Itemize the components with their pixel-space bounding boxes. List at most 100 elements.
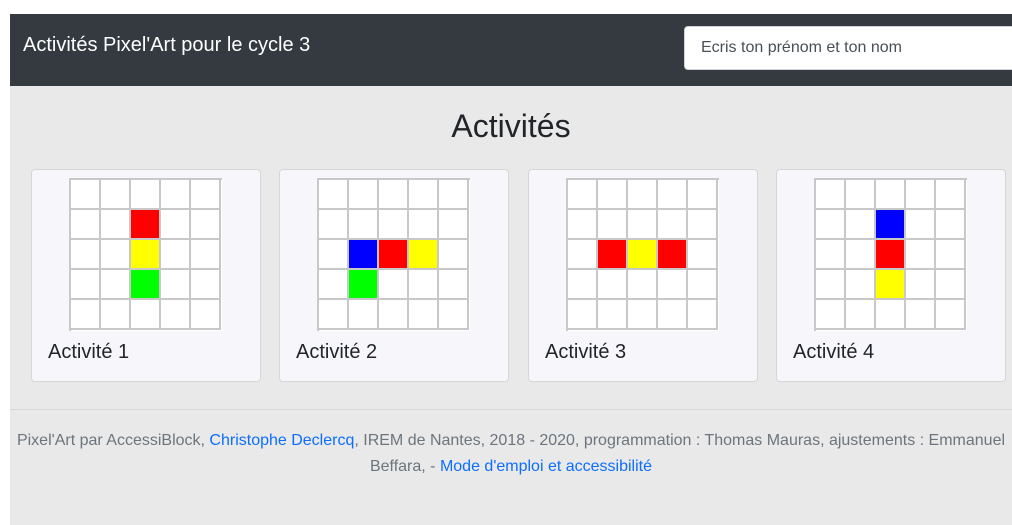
pixel-empty (379, 270, 409, 300)
help-link[interactable]: Mode d'emploi et accessibilité (440, 458, 652, 475)
pixel-empty (598, 180, 628, 210)
pixel-empty (816, 240, 846, 270)
pixel-empty (936, 240, 966, 270)
pixel-empty (349, 210, 379, 240)
footer-text-start: Pixel'Art par AccessiBlock, (16, 432, 210, 449)
pixel-empty (439, 270, 469, 300)
pixel-empty (349, 180, 379, 210)
pixel-empty (71, 240, 101, 270)
pixel-grid (69, 178, 222, 331)
pixel-grid (566, 178, 719, 331)
pixel-empty (439, 300, 469, 330)
top-navbar: Activités Pixel'Art pour le cycle 3 (10, 14, 1012, 86)
pixel-empty (319, 300, 349, 330)
pixel-empty (161, 240, 191, 270)
pixel-empty (876, 180, 906, 210)
pixel-empty (816, 270, 846, 300)
pixel-red (598, 240, 628, 270)
pixel-yellow (131, 240, 161, 270)
pixel-empty (906, 180, 936, 210)
footer: Pixel'Art par AccessiBlock, Christophe D… (10, 428, 1012, 480)
pixel-empty (161, 180, 191, 210)
pixel-empty (319, 210, 349, 240)
pixel-empty (101, 180, 131, 210)
site-title[interactable]: Activités Pixel'Art pour le cycle 3 (23, 34, 310, 57)
pixel-empty (101, 300, 131, 330)
pixel-empty (688, 180, 718, 210)
pixel-empty (379, 180, 409, 210)
pixel-empty (568, 180, 598, 210)
pixel-empty (71, 180, 101, 210)
pixel-empty (936, 300, 966, 330)
page-title: Activités (451, 108, 571, 144)
pixel-empty (379, 210, 409, 240)
pixel-empty (568, 270, 598, 300)
pixel-empty (409, 300, 439, 330)
activity-label: Activité 3 (545, 341, 627, 363)
activity-card-3[interactable]: Activité 3 (528, 169, 758, 382)
activity-label: Activité 1 (48, 341, 130, 363)
pixel-empty (439, 240, 469, 270)
pixel-empty (628, 300, 658, 330)
pixel-empty (906, 270, 936, 300)
pixel-empty (658, 300, 688, 330)
pixel-empty (161, 270, 191, 300)
pixel-empty (846, 180, 876, 210)
pixel-yellow (628, 240, 658, 270)
pixel-blue (876, 210, 906, 240)
pixel-empty (846, 270, 876, 300)
activity-label: Activité 2 (296, 341, 378, 363)
pixel-empty (71, 210, 101, 240)
pixel-empty (191, 210, 221, 240)
activity-card-2[interactable]: Activité 2 (279, 169, 509, 382)
pixel-empty (101, 270, 131, 300)
pixel-yellow (876, 270, 906, 300)
pixel-yellow (409, 240, 439, 270)
pixel-empty (688, 240, 718, 270)
pixel-green (131, 270, 161, 300)
pixel-empty (161, 300, 191, 330)
pixel-empty (598, 210, 628, 240)
pixel-empty (906, 300, 936, 330)
pixel-empty (319, 180, 349, 210)
name-input[interactable] (684, 26, 1012, 70)
pixel-empty (628, 210, 658, 240)
pixel-empty (876, 300, 906, 330)
pixel-empty (936, 270, 966, 300)
activity-label: Activité 4 (793, 341, 875, 363)
pixel-empty (439, 180, 469, 210)
pixel-empty (936, 210, 966, 240)
main-content: Activités Activité 1 Activité 2 Activité… (10, 86, 1012, 525)
pixel-empty (319, 240, 349, 270)
pixel-empty (688, 270, 718, 300)
pixel-empty (568, 300, 598, 330)
activity-card-1[interactable]: Activité 1 (31, 169, 261, 382)
pixel-red (658, 240, 688, 270)
pixel-empty (161, 210, 191, 240)
pixel-empty (191, 180, 221, 210)
pixel-empty (658, 180, 688, 210)
author-link[interactable]: Christophe Declercq (209, 432, 354, 449)
pixel-red (379, 240, 409, 270)
pixel-empty (349, 300, 379, 330)
pixel-grid (317, 178, 470, 331)
pixel-empty (846, 300, 876, 330)
pixel-empty (658, 210, 688, 240)
pixel-empty (628, 270, 658, 300)
pixel-empty (598, 300, 628, 330)
pixel-empty (816, 180, 846, 210)
pixel-empty (688, 210, 718, 240)
pixel-empty (409, 210, 439, 240)
pixel-empty (439, 210, 469, 240)
pixel-empty (101, 210, 131, 240)
pixel-empty (71, 300, 101, 330)
pixel-empty (191, 300, 221, 330)
pixel-empty (131, 300, 161, 330)
pixel-red (131, 210, 161, 240)
pixel-empty (131, 180, 161, 210)
pixel-empty (191, 270, 221, 300)
activity-card-4[interactable]: Activité 4 (776, 169, 1006, 382)
pixel-empty (409, 180, 439, 210)
pixel-empty (816, 300, 846, 330)
pixel-empty (319, 270, 349, 300)
